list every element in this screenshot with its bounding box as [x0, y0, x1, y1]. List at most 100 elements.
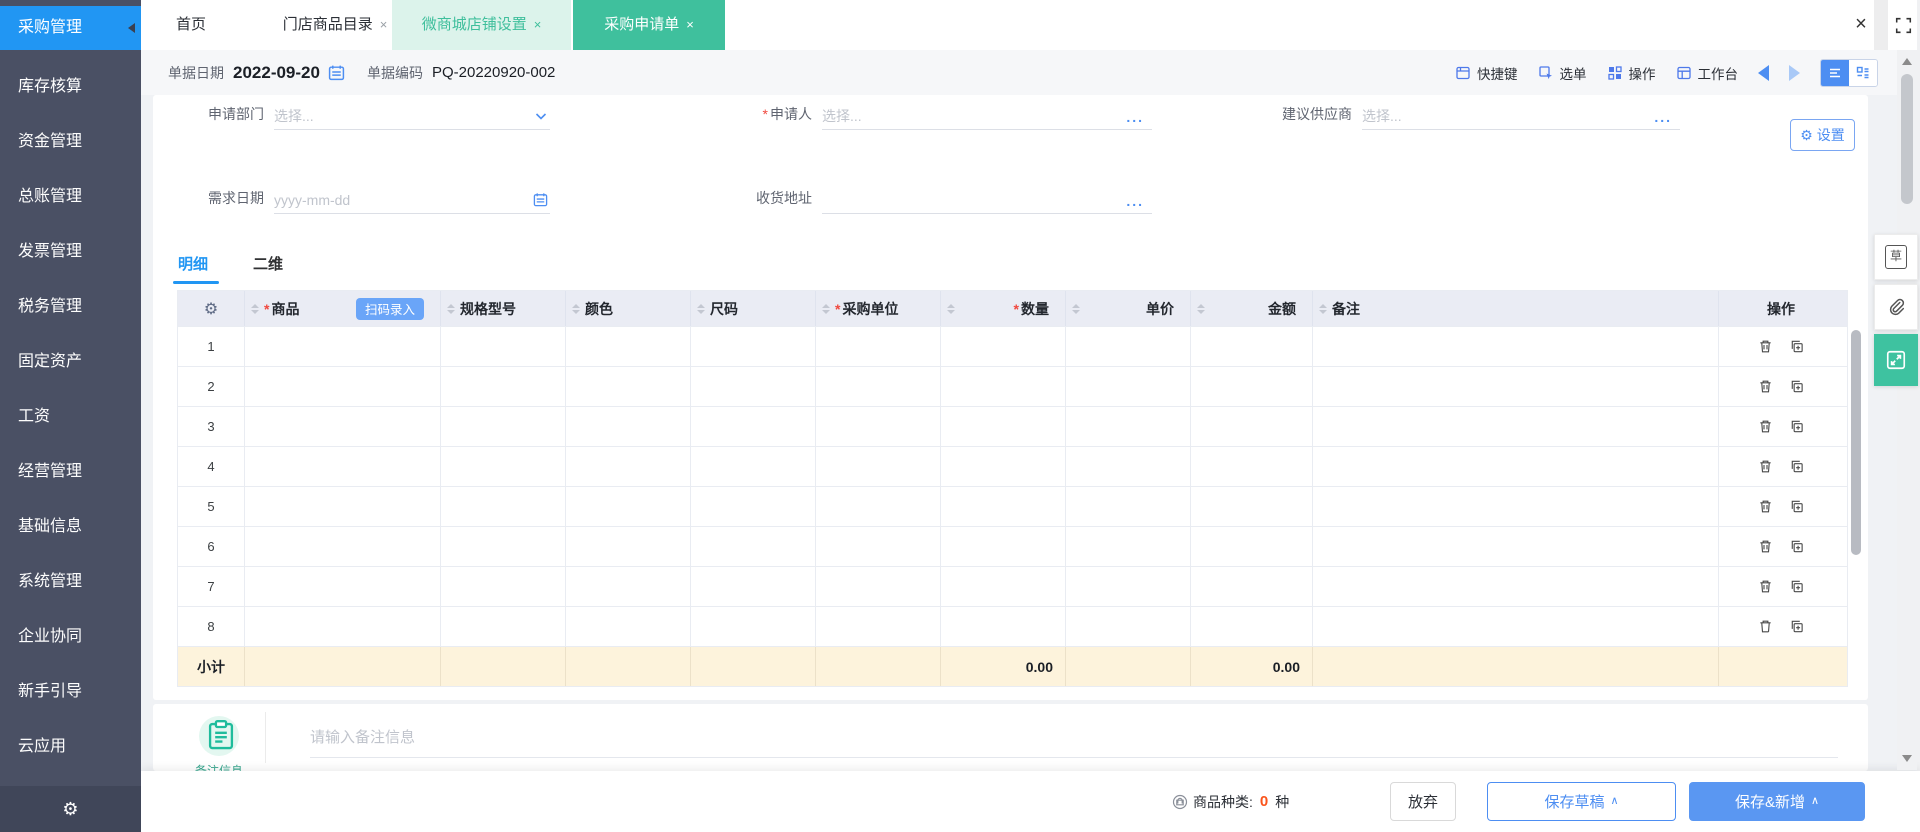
copy-row-icon[interactable] — [1789, 579, 1804, 594]
cell-spec[interactable] — [441, 567, 566, 606]
applicant-more-button[interactable]: ... — [1126, 109, 1144, 125]
supplier-select-input[interactable] — [1362, 102, 1680, 130]
cell-qty[interactable] — [941, 447, 1066, 486]
operations-button[interactable]: 操作 — [1607, 63, 1656, 83]
remark-input[interactable] — [310, 718, 1838, 758]
cell-spec[interactable] — [441, 527, 566, 566]
cell-remark[interactable] — [1313, 607, 1719, 646]
cell-unit[interactable] — [816, 407, 941, 446]
tab-close-icon[interactable]: × — [380, 17, 388, 32]
cell-amount[interactable] — [1191, 567, 1313, 606]
select-doc-button[interactable]: 选单 — [1538, 63, 1587, 83]
cell-amount[interactable] — [1191, 487, 1313, 526]
sort-icon[interactable] — [822, 303, 830, 314]
cell-amount[interactable] — [1191, 407, 1313, 446]
workbench-button[interactable]: 工作台 — [1676, 63, 1738, 83]
sort-icon[interactable] — [1072, 303, 1080, 314]
cell-product[interactable] — [245, 407, 441, 446]
supplier-more-button[interactable]: ... — [1654, 109, 1672, 125]
cell-price[interactable] — [1066, 487, 1191, 526]
save-and-new-button[interactable]: 保存&新增 ∧ — [1689, 782, 1865, 821]
sort-icon[interactable] — [697, 303, 705, 314]
cell-qty[interactable] — [941, 487, 1066, 526]
fullscreen-icon[interactable] — [1890, 0, 1916, 50]
window-close-icon[interactable]: × — [1848, 0, 1874, 50]
delete-row-icon[interactable] — [1758, 459, 1773, 474]
cell-spec[interactable] — [441, 487, 566, 526]
cell-product[interactable] — [245, 607, 441, 646]
copy-row-icon[interactable] — [1789, 539, 1804, 554]
cell-amount[interactable] — [1191, 367, 1313, 406]
cell-size[interactable] — [691, 607, 816, 646]
cell-size[interactable] — [691, 487, 816, 526]
cell-price[interactable] — [1066, 327, 1191, 366]
sidebar-item-operation[interactable]: 经营管理 — [0, 444, 141, 499]
sidebar-item-salary[interactable]: 工资 — [0, 389, 141, 444]
calendar-icon[interactable] — [533, 192, 548, 207]
cell-product[interactable] — [245, 367, 441, 406]
delete-row-icon[interactable] — [1758, 579, 1773, 594]
cell-price[interactable] — [1066, 367, 1191, 406]
sidebar-item-purchase-active[interactable]: 采购管理 — [0, 6, 141, 50]
cell-unit[interactable] — [816, 567, 941, 606]
sidebar-settings-gear-icon[interactable]: ⚙ — [0, 786, 141, 832]
sidebar-item-collaboration[interactable]: 企业协同 — [0, 609, 141, 664]
cell-unit[interactable] — [816, 487, 941, 526]
cell-spec[interactable] — [441, 327, 566, 366]
copy-row-icon[interactable] — [1789, 339, 1804, 354]
attachment-button[interactable] — [1874, 284, 1918, 330]
cell-product[interactable] — [245, 567, 441, 606]
page-scrollbar[interactable] — [1897, 50, 1917, 770]
cell-price[interactable] — [1066, 407, 1191, 446]
scan-entry-button[interactable]: 扫码录入 — [355, 297, 424, 320]
copy-row-icon[interactable] — [1789, 459, 1804, 474]
cell-remark[interactable] — [1313, 487, 1719, 526]
tab-dimension[interactable]: 二维 — [253, 250, 283, 280]
sidebar-item-inventory[interactable]: 库存核算 — [0, 59, 141, 114]
cell-color[interactable] — [566, 607, 691, 646]
list-view-button[interactable] — [1821, 59, 1849, 86]
scrollbar-thumb[interactable] — [1901, 74, 1913, 204]
cell-unit[interactable] — [816, 527, 941, 566]
cell-color[interactable] — [566, 567, 691, 606]
delete-row-icon[interactable] — [1758, 499, 1773, 514]
sort-icon[interactable] — [572, 303, 580, 314]
copy-row-icon[interactable] — [1789, 419, 1804, 434]
cell-product[interactable] — [245, 527, 441, 566]
tab-purchase-request-active[interactable]: 采购申请单 × — [573, 0, 725, 50]
cell-color[interactable] — [566, 447, 691, 486]
cell-unit[interactable] — [816, 367, 941, 406]
cell-price[interactable] — [1066, 567, 1191, 606]
sidebar-item-invoice[interactable]: 发票管理 — [0, 224, 141, 279]
cell-size[interactable] — [691, 327, 816, 366]
cell-size[interactable] — [691, 447, 816, 486]
scroll-down-icon[interactable] — [1902, 755, 1912, 762]
address-input[interactable] — [822, 186, 1152, 214]
sidebar-item-cloud-apps[interactable]: 云应用 — [0, 719, 141, 774]
cell-size[interactable] — [691, 367, 816, 406]
sidebar-item-fixed-assets[interactable]: 固定资产 — [0, 334, 141, 389]
delete-row-icon[interactable] — [1758, 539, 1773, 554]
delete-row-icon[interactable] — [1758, 419, 1773, 434]
cell-unit[interactable] — [816, 607, 941, 646]
cell-spec[interactable] — [441, 407, 566, 446]
column-settings-gear-icon[interactable]: ⚙ — [178, 291, 245, 326]
draft-box-button[interactable]: 草 — [1874, 234, 1918, 280]
sidebar-item-guide[interactable]: 新手引导 — [0, 664, 141, 719]
cell-product[interactable] — [245, 447, 441, 486]
cell-amount[interactable] — [1191, 327, 1313, 366]
scroll-up-icon[interactable] — [1902, 58, 1912, 65]
tab-close-icon[interactable]: × — [534, 17, 542, 32]
nav-next-icon[interactable] — [1789, 64, 1800, 81]
cell-qty[interactable] — [941, 407, 1066, 446]
shortcut-keys-button[interactable]: 快捷键 — [1455, 63, 1518, 83]
cell-color[interactable] — [566, 407, 691, 446]
cell-spec[interactable] — [441, 607, 566, 646]
delete-row-icon[interactable] — [1758, 379, 1773, 394]
cell-color[interactable] — [566, 527, 691, 566]
cell-price[interactable] — [1066, 447, 1191, 486]
copy-row-icon[interactable] — [1789, 499, 1804, 514]
cell-product[interactable] — [245, 327, 441, 366]
save-draft-button[interactable]: 保存草稿 ∧ — [1487, 782, 1676, 821]
cell-remark[interactable] — [1313, 327, 1719, 366]
